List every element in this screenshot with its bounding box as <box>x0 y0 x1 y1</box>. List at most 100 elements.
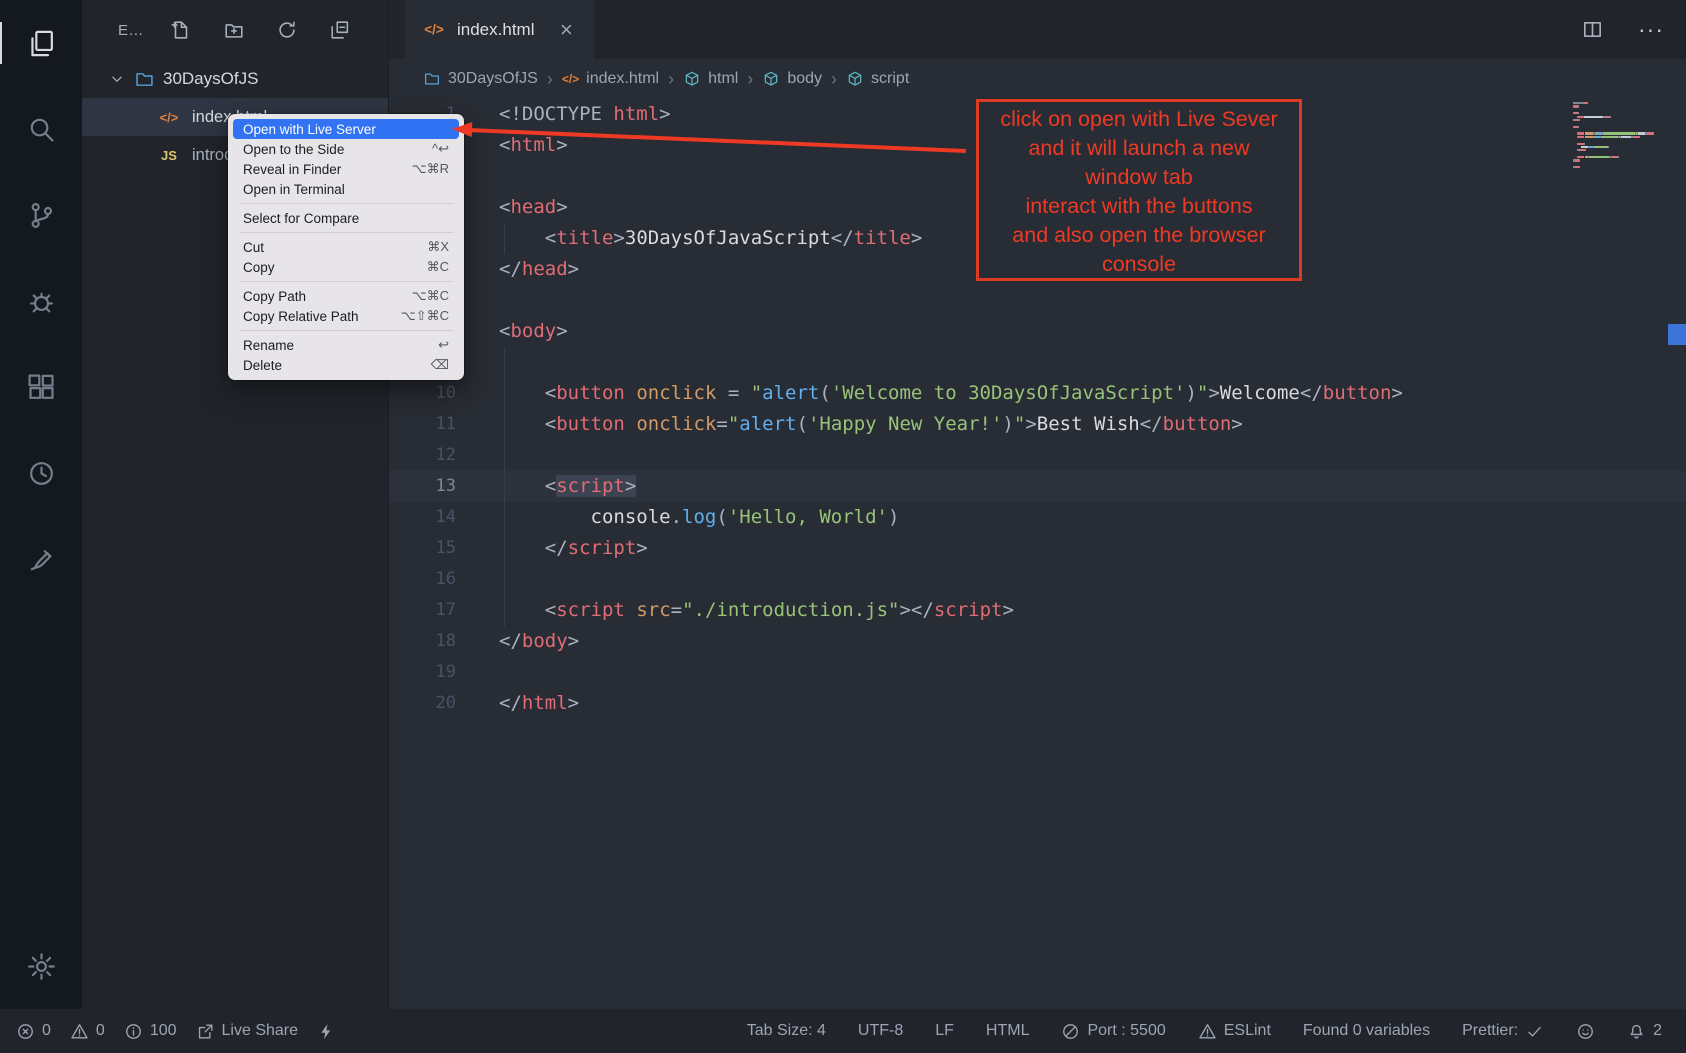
menu-item-shortcut: ⌥⌘R <box>412 161 449 177</box>
menu-item-label: Select for Compare <box>243 211 359 226</box>
minimap[interactable] <box>1573 99 1661 170</box>
menu-item-rename[interactable]: Rename↩ <box>233 335 459 355</box>
menu-item-delete[interactable]: Delete⌫ <box>233 355 459 375</box>
folder-icon <box>423 70 441 88</box>
warning-triangle-icon <box>1198 1022 1217 1041</box>
line-number: 13 <box>389 471 456 502</box>
status-utf-8[interactable]: UTF-8 <box>858 1022 903 1040</box>
source-control-icon <box>26 200 57 231</box>
menu-item-shortcut: ⌫ <box>431 357 449 373</box>
breadcrumb-30daysofjs[interactable]: 30DaysOfJS <box>423 70 538 88</box>
menu-item-copy-relative-path[interactable]: Copy Relative Path⌥⇧⌘C <box>233 306 459 326</box>
menu-item-label: Open in Terminal <box>243 182 345 197</box>
breadcrumb-body[interactable]: body <box>762 70 822 88</box>
status-smiley[interactable] <box>1576 1022 1595 1041</box>
breadcrumb-index-html[interactable]: </>index.html <box>562 70 659 88</box>
code-line-13[interactable]: 13 <script> <box>389 471 1686 502</box>
status-tab-size-4[interactable]: Tab Size: 4 <box>747 1022 826 1040</box>
warning-triangle-icon <box>70 1022 89 1041</box>
activitybar-source-control-button[interactable] <box>0 172 82 258</box>
menu-item-shortcut: ⌘X <box>427 239 449 255</box>
breadcrumb-separator: › <box>668 69 674 90</box>
status-lightning[interactable] <box>317 1022 336 1041</box>
js-icon: JS <box>156 148 182 163</box>
breadcrumb-label: body <box>787 70 822 88</box>
code-line-14[interactable]: 14 console.log('Hello, World') <box>389 502 1686 533</box>
status-eslint[interactable]: ESLint <box>1198 1022 1271 1041</box>
menu-item-open-to-the-side[interactable]: Open to the Side^↩ <box>233 139 459 159</box>
code-line-10[interactable]: 10 <button onclick = "alert('Welcome to … <box>389 378 1686 409</box>
status-label: UTF-8 <box>858 1022 903 1040</box>
breadcrumb-script[interactable]: script <box>846 70 909 88</box>
tab-label: index.html <box>457 20 534 40</box>
line-number: 10 <box>389 378 456 409</box>
line-number: 17 <box>389 595 456 626</box>
search-icon <box>26 114 57 145</box>
status-prettier[interactable]: Prettier: <box>1462 1022 1544 1041</box>
menu-item-copy[interactable]: Copy⌘C <box>233 257 459 277</box>
menu-item-copy-path[interactable]: Copy Path ⌥⌘C <box>233 286 459 306</box>
line-number: 15 <box>389 533 456 564</box>
code-line-9[interactable]: 9 <box>389 347 1686 378</box>
tree-root-folder[interactable]: 30DaysOfJS <box>82 60 388 98</box>
close-icon[interactable]: × <box>554 18 578 42</box>
code-line-19[interactable]: 19 <box>389 657 1686 688</box>
code-line-17[interactable]: 17 <script src="./introduction.js"></scr… <box>389 595 1686 626</box>
status-live-share[interactable]: Live Share <box>196 1022 299 1041</box>
indent-guide <box>504 378 505 409</box>
activitybar-debug-button[interactable] <box>0 258 82 344</box>
activitybar-files-button[interactable] <box>0 0 82 86</box>
activitybar-history-button[interactable] <box>0 430 82 516</box>
breadcrumb-label: 30DaysOfJS <box>448 70 538 88</box>
menu-item-shortcut: ⌥⌘C <box>412 288 449 304</box>
code-line-18[interactable]: 18</body> <box>389 626 1686 657</box>
context-menu: Open with Live ServerOpen to the Side^↩R… <box>228 114 464 380</box>
code-icon: </> <box>562 72 579 86</box>
split-editor-icon[interactable] <box>1581 18 1604 41</box>
indent-guide <box>504 347 505 378</box>
breadcrumb-label: html <box>708 70 738 88</box>
code-line-15[interactable]: 15 </script> <box>389 533 1686 564</box>
chevron-down-icon <box>108 70 126 88</box>
history-icon <box>26 458 57 489</box>
menu-item-cut[interactable]: Cut⌘X <box>233 237 459 257</box>
menu-item-reveal-in-finder[interactable]: Reveal in Finder⌥⌘R <box>233 159 459 179</box>
menu-item-open-with-live-server[interactable]: Open with Live Server <box>233 119 459 139</box>
more-actions-icon[interactable]: ··· <box>1638 16 1664 43</box>
tab-index-html[interactable]: </> index.html × <box>405 0 594 59</box>
menu-item-label: Copy Path <box>243 289 306 304</box>
activitybar-extensions-button[interactable] <box>0 344 82 430</box>
status-label: Found 0 variables <box>1303 1022 1430 1040</box>
menu-item-open-in-terminal[interactable]: Open in Terminal <box>233 179 459 199</box>
status-html[interactable]: HTML <box>986 1022 1030 1040</box>
menu-item-select-for-compare[interactable]: Select for Compare <box>233 208 459 228</box>
status-found-0-variables[interactable]: Found 0 variables <box>1303 1022 1430 1040</box>
activity-bar <box>0 0 82 1009</box>
code-line-20[interactable]: 20</html> <box>389 688 1686 719</box>
breadcrumb-html[interactable]: html <box>683 70 738 88</box>
status-lf[interactable]: LF <box>935 1022 954 1040</box>
indent-guide <box>504 440 505 471</box>
editor-actions: ··· <box>1581 0 1686 59</box>
line-number: 14 <box>389 502 456 533</box>
line-number: 11 <box>389 409 456 440</box>
collapse-all-icon[interactable] <box>329 19 351 41</box>
new-folder-icon[interactable] <box>223 19 245 41</box>
refresh-icon[interactable] <box>276 19 298 41</box>
status-0[interactable]: 0 <box>16 1022 51 1041</box>
code-line-16[interactable]: 16 <box>389 564 1686 595</box>
activitybar-gear-button[interactable] <box>0 923 82 1009</box>
code-line-12[interactable]: 12 <box>389 440 1686 471</box>
code-line-7[interactable]: 7 <box>389 285 1686 316</box>
status-port-5500[interactable]: Port : 5500 <box>1061 1022 1165 1041</box>
code-line-8[interactable]: 8<body> <box>389 316 1686 347</box>
code-line-11[interactable]: 11 <button onclick="alert('Happy New Yea… <box>389 409 1686 440</box>
status-2[interactable]: 2 <box>1627 1022 1662 1041</box>
cube-icon <box>846 70 864 88</box>
activitybar-pen-button[interactable] <box>0 516 82 602</box>
status-100[interactable]: 100 <box>124 1022 177 1041</box>
new-file-icon[interactable] <box>170 19 192 41</box>
status-label: LF <box>935 1022 954 1040</box>
activitybar-search-button[interactable] <box>0 86 82 172</box>
status-0[interactable]: 0 <box>70 1022 105 1041</box>
